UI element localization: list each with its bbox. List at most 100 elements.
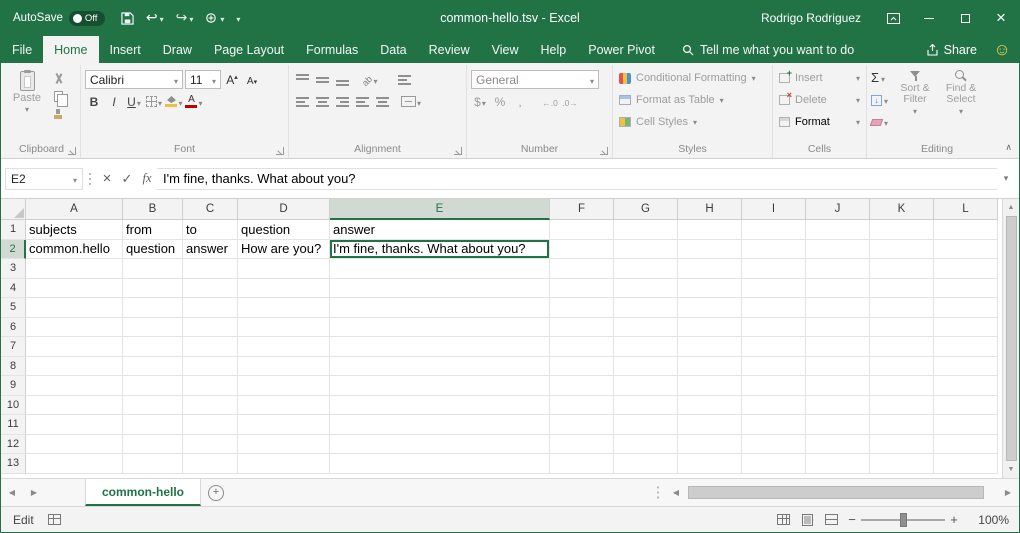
cell-H13[interactable] (678, 454, 742, 474)
cell-I13[interactable] (742, 454, 806, 474)
touch-mode-dropdown-icon[interactable] (220, 9, 224, 27)
align-middle-button[interactable] (313, 70, 331, 89)
row-header-5[interactable]: 5 (1, 298, 26, 318)
column-header-a[interactable]: A (26, 199, 123, 220)
format-as-table-button[interactable]: Format as Table (617, 89, 768, 111)
name-box-dropdown-icon[interactable] (73, 172, 77, 186)
cell-C9[interactable] (183, 376, 238, 396)
cell-J12[interactable] (806, 435, 870, 455)
cell-E4[interactable] (330, 279, 550, 299)
cell-B11[interactable] (123, 415, 183, 435)
cell-B12[interactable] (123, 435, 183, 455)
sheet-tab-common-hello[interactable]: common-hello (85, 479, 201, 506)
cell-B5[interactable] (123, 298, 183, 318)
cell-F8[interactable] (550, 357, 614, 377)
row-header-3[interactable]: 3 (1, 259, 26, 279)
cell-G2[interactable] (614, 240, 678, 260)
row-header-12[interactable]: 12 (1, 435, 26, 455)
cell-J1[interactable] (806, 220, 870, 240)
cell-K8[interactable] (870, 357, 934, 377)
fill-color-button[interactable] (165, 92, 183, 111)
cell-I9[interactable] (742, 376, 806, 396)
cell-E5[interactable] (330, 298, 550, 318)
cell-F10[interactable] (550, 396, 614, 416)
cell-G3[interactable] (614, 259, 678, 279)
cell-D1[interactable]: question (238, 220, 330, 240)
cell-L3[interactable] (934, 259, 998, 279)
row-header-2[interactable]: 2 (1, 240, 26, 260)
borders-button[interactable] (145, 92, 163, 111)
cell-F13[interactable] (550, 454, 614, 474)
column-header-b[interactable]: B (123, 199, 183, 220)
cell-B9[interactable] (123, 376, 183, 396)
cell-A1[interactable]: subjects (26, 220, 123, 240)
cell-D4[interactable] (238, 279, 330, 299)
cell-A2[interactable]: common.hello (26, 240, 123, 260)
cell-A5[interactable] (26, 298, 123, 318)
cell-I2[interactable] (742, 240, 806, 260)
cell-C6[interactable] (183, 318, 238, 338)
scroll-up-icon[interactable] (1003, 200, 1019, 215)
delete-cells-button[interactable]: Delete (777, 89, 862, 111)
cell-K4[interactable] (870, 279, 934, 299)
sort-filter-button[interactable]: Sort & Filter (892, 67, 938, 142)
underline-dropdown-icon[interactable] (137, 95, 141, 109)
new-sheet-button[interactable] (201, 479, 231, 506)
horizontal-scrollbar[interactable] (687, 479, 997, 506)
cell-I6[interactable] (742, 318, 806, 338)
cell-D7[interactable] (238, 337, 330, 357)
zoom-percentage[interactable]: 100% (963, 513, 1009, 527)
cell-A11[interactable] (26, 415, 123, 435)
zoom-in-button[interactable] (945, 512, 963, 527)
cell-D11[interactable] (238, 415, 330, 435)
cell-D10[interactable] (238, 396, 330, 416)
font-color-button[interactable] (185, 92, 203, 111)
column-header-c[interactable]: C (183, 199, 238, 220)
accounting-format-button[interactable]: $ (471, 92, 489, 111)
user-name[interactable]: Rodrigo Rodriguez (761, 11, 861, 25)
cell-E7[interactable] (330, 337, 550, 357)
tab-data[interactable]: Data (369, 36, 417, 63)
cell-E9[interactable] (330, 376, 550, 396)
cell-A6[interactable] (26, 318, 123, 338)
cell-C13[interactable] (183, 454, 238, 474)
cell-I3[interactable] (742, 259, 806, 279)
cell-styles-button[interactable]: Cell Styles (617, 111, 768, 133)
cell-G9[interactable] (614, 376, 678, 396)
clear-button[interactable] (871, 111, 888, 133)
cell-K2[interactable] (870, 240, 934, 260)
tab-page-layout[interactable]: Page Layout (203, 36, 295, 63)
cell-E1[interactable]: answer (330, 220, 550, 240)
cell-H5[interactable] (678, 298, 742, 318)
cell-I1[interactable] (742, 220, 806, 240)
column-header-h[interactable]: H (678, 199, 742, 220)
close-button[interactable] (983, 0, 1019, 36)
autosave-pill[interactable]: Off (69, 11, 105, 26)
cell-G6[interactable] (614, 318, 678, 338)
cell-A7[interactable] (26, 337, 123, 357)
scroll-down-icon[interactable] (1003, 462, 1019, 477)
macro-record-icon[interactable] (48, 514, 61, 525)
cell-E8[interactable] (330, 357, 550, 377)
formula-bar-expand-icon[interactable] (997, 168, 1015, 190)
cell-B7[interactable] (123, 337, 183, 357)
cell-G10[interactable] (614, 396, 678, 416)
cell-G4[interactable] (614, 279, 678, 299)
cell-I12[interactable] (742, 435, 806, 455)
cell-H8[interactable] (678, 357, 742, 377)
number-format-combo[interactable]: General (471, 70, 599, 89)
italic-button[interactable]: I (105, 92, 123, 111)
cell-K11[interactable] (870, 415, 934, 435)
cell-A10[interactable] (26, 396, 123, 416)
zoom-out-button[interactable] (843, 512, 861, 527)
align-top-button[interactable] (293, 70, 311, 89)
cell-I5[interactable] (742, 298, 806, 318)
cell-E6[interactable] (330, 318, 550, 338)
font-color-dropdown-icon[interactable] (198, 95, 202, 109)
cell-B2[interactable]: question (123, 240, 183, 260)
column-header-e[interactable]: E (330, 199, 550, 220)
hscroll-left-icon[interactable] (665, 479, 687, 506)
cell-L11[interactable] (934, 415, 998, 435)
cell-A8[interactable] (26, 357, 123, 377)
tab-help[interactable]: Help (530, 36, 578, 63)
